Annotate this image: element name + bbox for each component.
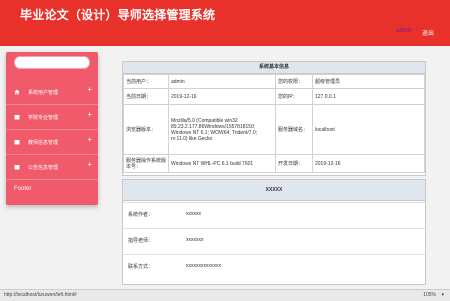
panel-title: XXXXX: [123, 180, 425, 201]
info-key: 浏览器版本：: [123, 104, 169, 155]
expand-plus-icon[interactable]: +: [87, 136, 92, 144]
zoom-level[interactable]: 105%: [423, 292, 436, 298]
sidebar-item-label: 学院专业管理: [28, 115, 59, 121]
expand-plus-icon[interactable]: +: [87, 86, 92, 94]
info-value: xxxxxxxxxxxxxx: [186, 263, 221, 269]
sidebar-search[interactable]: [14, 56, 90, 69]
sidebar-item-teacher-info[interactable]: 教师信息管理 +: [6, 130, 98, 155]
info-key: 系统作者：: [128, 212, 154, 218]
info-value: 超级管理员: [312, 74, 425, 89]
chevron-down-icon[interactable]: ▾: [441, 292, 444, 298]
folder-icon: [14, 140, 20, 145]
list-item: 指导老师： xxxxxxx: [123, 228, 425, 255]
info-key: 指导老师：: [128, 238, 154, 244]
sidebar: 系统用户管理 + 学院专业管理 + 教师信息管理 + 公告信息管理 + Foot…: [6, 52, 98, 205]
expand-plus-icon[interactable]: +: [87, 161, 92, 169]
logout-link[interactable]: 退出: [422, 28, 434, 37]
info-value: 2019-12-16: [312, 154, 425, 173]
browser-status-bar: http://localhost/luruwen/left.html# 105%…: [0, 289, 450, 301]
list-item: 联系方式： xxxxxxxxxxxxxx: [123, 254, 425, 283]
info-key: 当前日期：: [123, 88, 169, 105]
current-user-link[interactable]: admin: [396, 28, 412, 34]
info-key: 您的IP：: [275, 88, 313, 105]
info-value: 127.0.0.1: [312, 88, 425, 105]
app-title: 毕业论文（设计）导师选择管理系统: [20, 8, 216, 22]
info-key: 服务器操作系统版本号：: [123, 154, 169, 173]
sidebar-item-label: 系统用户管理: [28, 90, 59, 96]
info-value: admin: [168, 74, 276, 89]
status-url: http://localhost/luruwen/left.html#: [4, 292, 77, 298]
sidebar-item-user-management[interactable]: 系统用户管理 +: [6, 80, 98, 105]
app-header: 毕业论文（设计）导师选择管理系统 admin 退出: [0, 0, 450, 46]
table-row: 服务器操作系统版本号： Windows NT WHL-PC 6.1 build …: [123, 154, 425, 173]
panel-title: 系统基本信息: [123, 62, 425, 74]
info-value: xxxxxx: [186, 211, 201, 217]
expand-plus-icon[interactable]: +: [87, 111, 92, 119]
sidebar-item-college-major[interactable]: 学院专业管理 +: [6, 105, 98, 130]
info-key: 开发日期：: [275, 154, 313, 173]
info-value: localhost: [312, 104, 425, 155]
list-item: 系统作者： xxxxxx: [123, 202, 425, 229]
folder-icon: [14, 115, 20, 120]
table-row: 当前用户： admin 您的权限： 超级管理员: [123, 74, 425, 89]
sidebar-item-announcement[interactable]: 公告信息管理 +: [6, 155, 98, 180]
home-icon: [14, 89, 20, 95]
table-row: 当前日期： 2019-12-16 您的IP： 127.0.0.1: [123, 88, 425, 105]
info-key: 当前用户：: [123, 74, 169, 89]
sidebar-item-label: 教师信息管理: [28, 140, 59, 146]
info-key: 服务器域名：: [275, 104, 313, 155]
system-info-table: 当前用户： admin 您的权限： 超级管理员 当前日期： 2019-12-16…: [123, 74, 425, 173]
table-row: 浏览器版本： Mozilla/5.0 (Compatible win32 89.…: [123, 104, 425, 155]
info-value: Mozilla/5.0 (Compatible win32 89.23.2.17…: [168, 104, 276, 155]
info-value: 2019-12-16: [168, 88, 276, 105]
info-key: 您的权限：: [275, 74, 313, 89]
system-info-panel: 系统基本信息 当前用户： admin 您的权限： 超级管理员 当前日期： 201…: [122, 61, 426, 176]
folder-icon: [14, 165, 20, 170]
sidebar-item-label: 公告信息管理: [28, 165, 59, 171]
info-key: 联系方式：: [128, 264, 154, 270]
info-value: xxxxxxx: [186, 237, 204, 243]
author-info-panel: XXXXX 系统作者： xxxxxx 指导老师： xxxxxxx 联系方式： x…: [122, 179, 426, 285]
info-value: Windows NT WHL-PC 6.1 build 7601: [168, 154, 276, 173]
sidebar-footer: Footer: [14, 186, 32, 192]
